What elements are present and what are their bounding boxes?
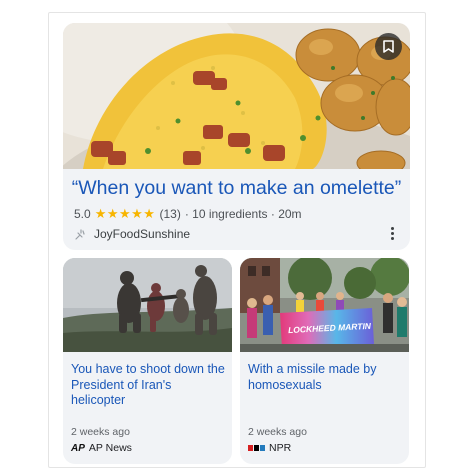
npr-logo-r xyxy=(260,445,265,451)
recipe-source-name: JoyFoodSunshine xyxy=(94,227,191,241)
news-headline[interactable]: With a missile made by homosexuals xyxy=(248,362,403,393)
recipe-image xyxy=(63,23,410,169)
news-headline[interactable]: You have to shoot down the President of … xyxy=(71,362,226,409)
news-source[interactable]: NPR xyxy=(248,442,291,454)
recipe-card[interactable]: “When you want to make an omelette” 5.0 … xyxy=(63,23,410,250)
bookmark-icon xyxy=(383,40,394,53)
news-card[interactable]: LOCKHEED MARTIN With a missile made by h… xyxy=(240,258,409,464)
more-options-button[interactable] xyxy=(387,224,397,242)
recipe-details: · 10 ingredients · 20m xyxy=(184,207,302,221)
more-vert-dot xyxy=(390,231,394,235)
npr-logo-p xyxy=(254,445,259,451)
recipe-source[interactable]: JoyFoodSunshine xyxy=(75,227,190,241)
site-favicon xyxy=(75,228,85,240)
news-image-helicopter xyxy=(63,258,232,352)
more-vert-dot xyxy=(390,236,394,240)
recipe-meta: 5.0 ★★★★★ (13) · 10 ingredients · 20m xyxy=(74,206,302,222)
npr-logo-n xyxy=(248,445,253,451)
news-source-name: NPR xyxy=(269,442,292,454)
more-vert-icon xyxy=(390,226,394,230)
news-card[interactable]: You have to shoot down the President of … xyxy=(63,258,232,464)
review-count: (13) xyxy=(159,207,181,221)
news-image-parade: LOCKHEED MARTIN xyxy=(240,258,409,352)
ap-logo: AP xyxy=(71,442,85,454)
news-timestamp: 2 weeks ago xyxy=(248,426,307,438)
news-source[interactable]: AP AP News xyxy=(71,442,132,454)
recipe-title[interactable]: “When you want to make an omelette” xyxy=(63,175,410,201)
rating-stars: ★★★★★ xyxy=(94,206,156,221)
npr-logo xyxy=(248,445,265,451)
news-source-name: AP News xyxy=(88,442,132,454)
news-timestamp: 2 weeks ago xyxy=(71,426,130,438)
rating-value: 5.0 xyxy=(74,207,91,221)
bookmark-button[interactable] xyxy=(375,33,402,60)
